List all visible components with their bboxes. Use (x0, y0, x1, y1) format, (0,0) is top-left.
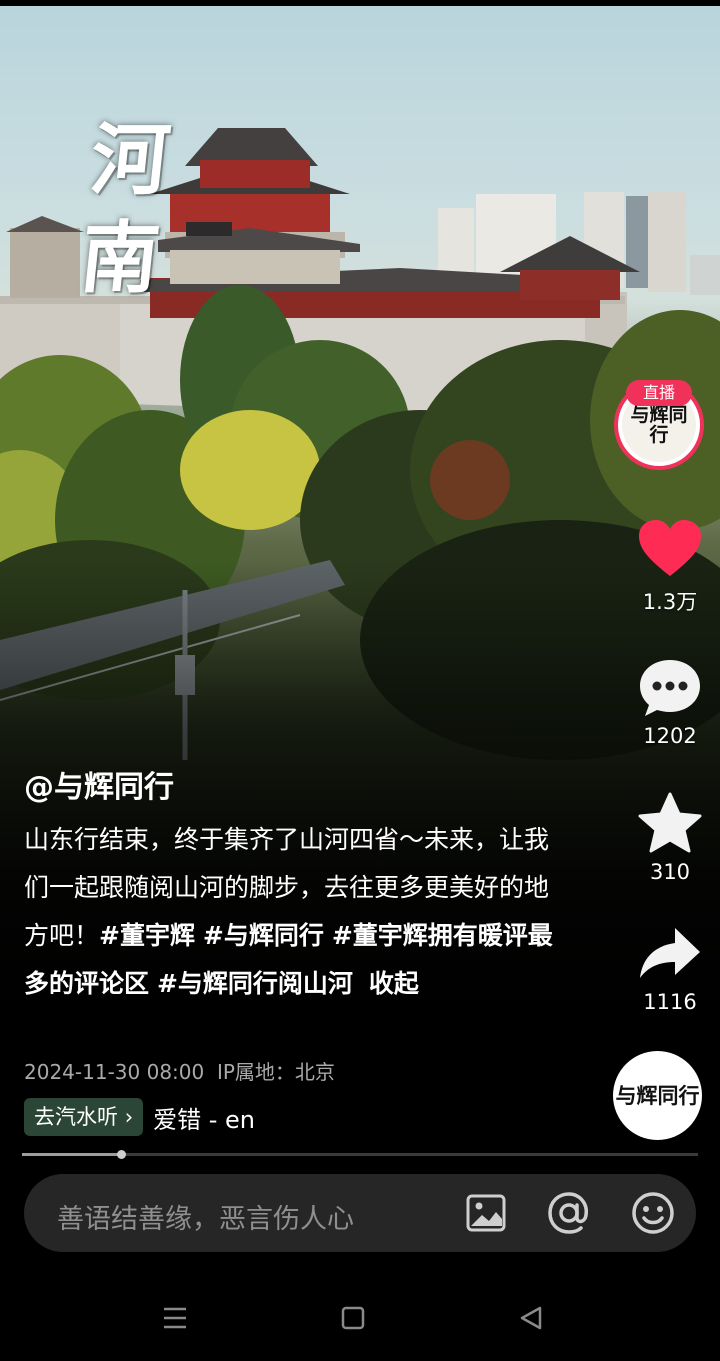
at-icon (548, 1192, 589, 1234)
share-count: 1116 (643, 990, 697, 1014)
hashtag[interactable]: #与辉同行阅山河 (157, 969, 353, 998)
share-button[interactable]: 1116 (630, 922, 710, 1014)
hashtag[interactable]: #与辉同行 (203, 921, 324, 950)
progress-knob[interactable] (116, 1150, 126, 1159)
comment-icon (640, 660, 700, 716)
back-icon (520, 1306, 542, 1330)
mention-button[interactable] (546, 1190, 592, 1236)
star-icon (638, 792, 702, 853)
ip-location: IP属地：北京 (216, 1060, 335, 1084)
comment-placeholder: 善语结善缘，恶言伤人心 (57, 1204, 354, 1235)
video-overlay-title: 河南 (76, 115, 175, 304)
author-avatar[interactable]: 与辉同行 (613, 1051, 702, 1140)
music-track[interactable]: 爱错 - en (153, 1100, 255, 1135)
emoji-icon (632, 1192, 674, 1234)
favorite-count: 310 (649, 860, 691, 884)
hashtag[interactable]: #董宇辉 (99, 921, 195, 950)
back-button[interactable] (514, 1301, 548, 1335)
emoji-button[interactable] (630, 1190, 676, 1236)
comment-input-bar[interactable]: 善语结善缘，恶言伤人心 (24, 1174, 696, 1252)
comment-count: 1202 (643, 724, 697, 748)
favorite-button[interactable]: 310 (630, 792, 710, 884)
live-badge: 直播 (626, 380, 692, 406)
image-button[interactable] (463, 1190, 509, 1236)
video-description[interactable]: 山东行结束，终于集齐了山河四省～未来，让我们一起跟随阅山河的脚步，去往更多更美好… (24, 816, 564, 1008)
comment-button[interactable]: 1202 (630, 656, 710, 748)
like-button[interactable]: 1.3万 (630, 518, 710, 616)
menu-button[interactable] (158, 1301, 192, 1335)
author-username[interactable]: @与辉同行 (24, 762, 174, 806)
heart-icon (639, 520, 701, 576)
post-meta: 2024-11-30 08:00 IP属地：北京 (24, 1056, 335, 1085)
status-strip (0, 0, 720, 6)
post-date: 2024-11-30 08:00 (24, 1060, 205, 1084)
menu-icon (164, 1307, 186, 1329)
open-in-qishui-label: 去汽水听 (34, 1105, 118, 1129)
home-icon (341, 1306, 365, 1330)
share-icon (640, 928, 700, 978)
video-player[interactable]: 河南 (0, 0, 720, 1361)
music-row: 去汽水听 › 爱错 - en (24, 1097, 255, 1137)
collapse-link[interactable]: 收起 (369, 969, 419, 998)
progress-fill (22, 1153, 121, 1156)
image-icon (466, 1194, 506, 1232)
home-button[interactable] (336, 1301, 370, 1335)
system-navigation-bar (0, 1275, 720, 1361)
like-count: 1.3万 (642, 590, 698, 614)
video-progress-bar[interactable] (22, 1150, 698, 1159)
chevron-right-icon: › (124, 1105, 134, 1129)
open-in-qishui-button[interactable]: 去汽水听 › (24, 1098, 144, 1136)
